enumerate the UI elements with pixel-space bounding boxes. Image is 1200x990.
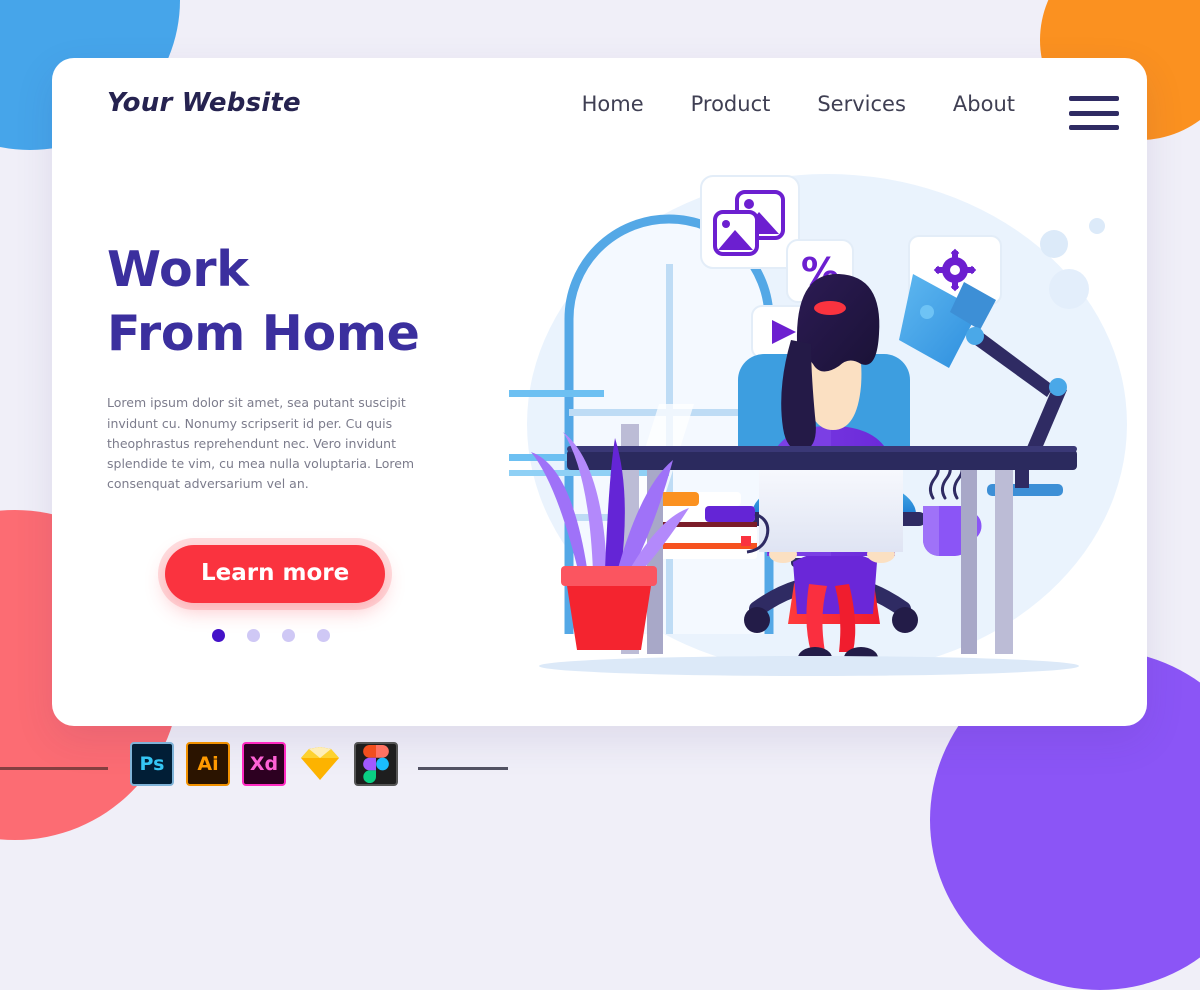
carousel-dot-3[interactable] xyxy=(282,628,295,642)
photoshop-icon[interactable]: Ps xyxy=(130,742,174,786)
carousel-dots xyxy=(212,628,527,642)
hero-paragraph: Lorem ipsum dolor sit amet, sea putant s… xyxy=(107,395,415,492)
nav-item-about[interactable]: About xyxy=(953,92,1015,116)
illustrator-icon[interactable]: Ai xyxy=(186,742,230,786)
hamburger-bar xyxy=(1069,96,1119,101)
work-from-home-illustration: % xyxy=(509,154,1139,714)
image-card[interactable] xyxy=(700,175,800,269)
hero-title-line1: Work xyxy=(107,241,249,298)
nav-item-product[interactable]: Product xyxy=(691,92,771,116)
xd-label: Xd xyxy=(249,753,279,775)
xd-icon[interactable]: Xd xyxy=(242,742,286,786)
carousel-dot-4[interactable] xyxy=(317,628,330,642)
hero-card: Your Website Home Product Services About… xyxy=(52,58,1147,726)
floor-shadow xyxy=(539,656,1079,676)
hamburger-bar xyxy=(1069,110,1119,116)
learn-more-button[interactable]: Learn more xyxy=(165,544,386,603)
hamburger-menu-icon[interactable] xyxy=(1069,96,1119,130)
illustrator-label: Ai xyxy=(197,753,219,775)
tool-bar: Ps Ai Xd xyxy=(0,738,1200,800)
carousel-dot-2[interactable] xyxy=(247,628,260,642)
brand-logo[interactable]: Your Website xyxy=(107,88,301,118)
carousel-dot-1[interactable] xyxy=(212,628,225,642)
photoshop-label: Ps xyxy=(139,753,165,775)
nav-item-home[interactable]: Home xyxy=(582,92,644,116)
hero-copy: Work From Home Lorem ipsum dolor sit ame… xyxy=(107,238,527,642)
site-header: Your Website Home Product Services About xyxy=(52,58,1147,162)
main-nav: Home Product Services About xyxy=(582,92,1015,116)
sketch-icon[interactable] xyxy=(298,742,342,786)
page-title: Work From Home xyxy=(107,238,527,365)
hamburger-bar xyxy=(1069,125,1119,130)
figma-icon[interactable] xyxy=(354,742,398,786)
hero-title-line2: From Home xyxy=(107,304,420,362)
nav-item-services[interactable]: Services xyxy=(817,92,906,116)
divider-left xyxy=(0,767,108,770)
divider-right xyxy=(418,767,508,770)
